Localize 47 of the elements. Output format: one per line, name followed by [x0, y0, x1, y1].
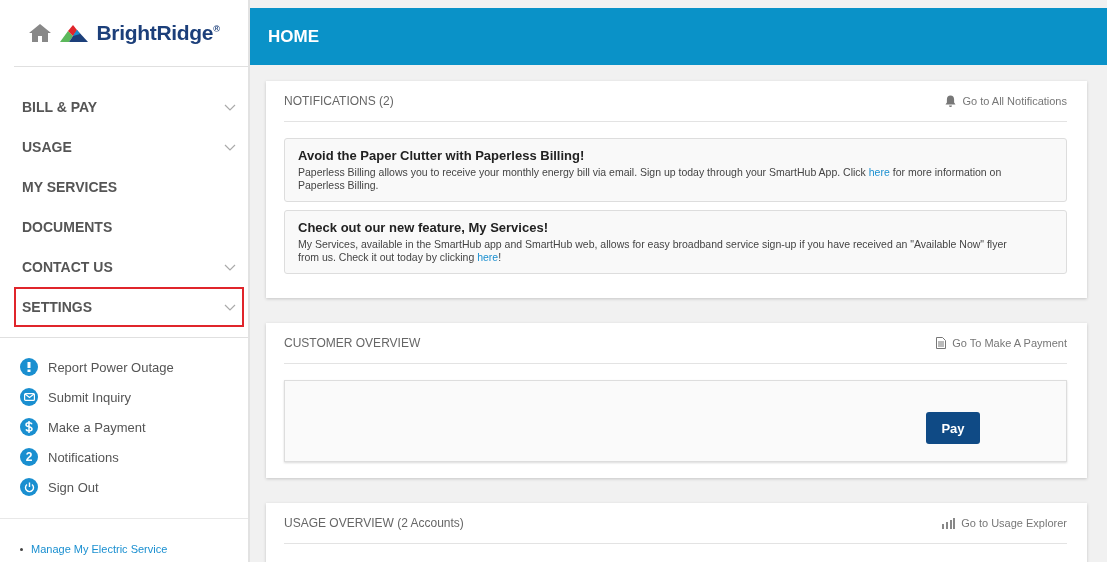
card-title: NOTIFICATIONS (2): [284, 94, 394, 108]
make-payment-link[interactable]: Go To Make A Payment: [936, 337, 1067, 349]
card-title: USAGE OVERVIEW (2 Accounts): [284, 516, 464, 530]
footer-link[interactable]: Manage My Electric Service: [31, 543, 168, 555]
nav-label: USAGE: [22, 139, 72, 155]
chevron-down-icon: [224, 303, 236, 311]
notification-text: Paperless Billing allows you to receive your monthly energy bill via email. Sign up today through your SmartHub App. Click here for more information on Paperless Billing.: [298, 166, 1003, 192]
all-notifications-link[interactable]: Go to All Notifications: [945, 95, 1067, 107]
pay-button[interactable]: Pay: [926, 412, 980, 444]
notification-text: My Services, available in the SmartHub app and SmartHub web, allows for easy broadband service sign-up if you have received an "Available Now" flyer from us. Check it out today by clicking here!: [298, 238, 1008, 264]
home-icon[interactable]: [28, 23, 53, 43]
quick-link[interactable]: Make a Payment: [48, 419, 146, 435]
here-link[interactable]: here: [868, 166, 890, 178]
usage-explorer-link[interactable]: Go to Usage Explorer: [941, 517, 1067, 529]
chevron-down-icon: [224, 143, 236, 151]
bar-chart-icon: [941, 517, 956, 529]
nav-label: MY SERVICES: [22, 179, 118, 195]
chevron-down-icon: [224, 103, 236, 111]
notification-title: Check out our new feature, My Services!: [298, 220, 549, 235]
nav-label: DOCUMENTS: [22, 219, 113, 235]
nav-label: CONTACT US: [22, 259, 113, 275]
mail-icon: [20, 388, 38, 406]
document-icon: [936, 337, 947, 349]
quick-link[interactable]: Sign Out: [48, 479, 99, 495]
nav-item[interactable]: MY SERVICES: [14, 167, 244, 207]
mountain-logo-icon: [60, 24, 89, 42]
chevron-down-icon: [224, 263, 236, 271]
power-icon: [20, 478, 38, 496]
page-header: HOME: [250, 8, 1107, 65]
nav-item[interactable]: DOCUMENTS: [14, 207, 244, 247]
quick-link[interactable]: Submit Inquiry: [48, 389, 132, 405]
nav-item[interactable]: SETTINGS: [14, 287, 244, 327]
notification-title: Avoid the Paper Clutter with Paperless Billing!: [298, 148, 586, 163]
bullet-icon: [20, 547, 23, 551]
nav-item[interactable]: CONTACT US: [14, 247, 244, 287]
alert-icon: [20, 358, 38, 376]
count-badge: 2: [20, 448, 38, 466]
card-title: CUSTOMER OVERVIEW: [284, 336, 421, 350]
nav-label: BILL & PAY: [22, 99, 98, 115]
nav-item[interactable]: USAGE: [14, 127, 244, 167]
quick-link[interactable]: Notifications: [48, 449, 119, 465]
quick-link[interactable]: Report Power Outage: [48, 359, 174, 375]
nav-item[interactable]: BILL & PAY: [14, 87, 244, 127]
bell-icon: [945, 95, 957, 107]
nav-label: SETTINGS: [22, 299, 92, 315]
dollar-icon: [20, 418, 38, 436]
brand-name: BrightRidge$^{®}$: [96, 21, 220, 45]
